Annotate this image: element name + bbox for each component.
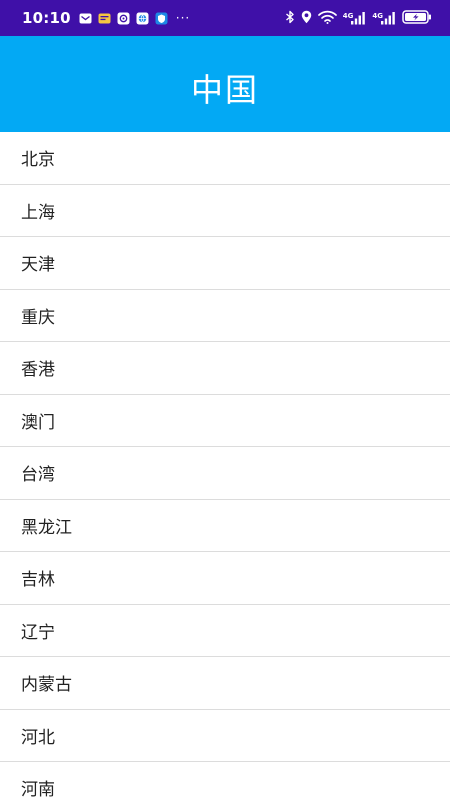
list-item[interactable]: 内蒙古 <box>0 657 450 710</box>
app-bar: 中国 <box>0 36 450 132</box>
app-icon <box>117 12 130 25</box>
signal-icon <box>351 12 366 25</box>
list-item[interactable]: 黑龙江 <box>0 500 450 552</box>
list-item[interactable]: 北京 <box>0 132 450 185</box>
status-bar: 10:10 ··· 4G 4G <box>0 0 450 36</box>
list-item[interactable]: 上海 <box>0 185 450 237</box>
list-item[interactable]: 河南 <box>0 762 450 800</box>
signal-1: 4G <box>343 11 367 25</box>
message-icon <box>98 12 111 25</box>
more-notifications: ··· <box>175 10 191 25</box>
status-time: 10:10 <box>22 9 71 27</box>
list-item[interactable]: 吉林 <box>0 552 450 605</box>
notification-icons: ··· <box>79 10 191 25</box>
list-item[interactable]: 澳门 <box>0 395 450 447</box>
signal-2: 4G <box>372 11 396 25</box>
list-item[interactable]: 香港 <box>0 342 450 395</box>
list-item[interactable]: 河北 <box>0 710 450 762</box>
list-item[interactable]: 天津 <box>0 237 450 290</box>
location-icon <box>301 9 312 28</box>
battery-charging-icon <box>402 9 432 28</box>
system-icons: 4G 4G <box>285 9 432 28</box>
province-list[interactable]: 北京 上海 天津 重庆 香港 澳门 台湾 黑龙江 吉林 辽宁 内蒙古 河北 河南 <box>0 132 450 800</box>
list-item[interactable]: 台湾 <box>0 447 450 500</box>
page-title: 中国 <box>190 71 259 109</box>
browser-icon <box>136 12 149 25</box>
bluetooth-icon <box>285 9 295 28</box>
wifi-icon <box>317 9 337 28</box>
list-item[interactable]: 重庆 <box>0 290 450 342</box>
signal-icon <box>381 12 395 25</box>
list-item[interactable]: 辽宁 <box>0 605 450 657</box>
shield-app-icon <box>155 12 168 25</box>
mail-icon <box>79 12 92 25</box>
